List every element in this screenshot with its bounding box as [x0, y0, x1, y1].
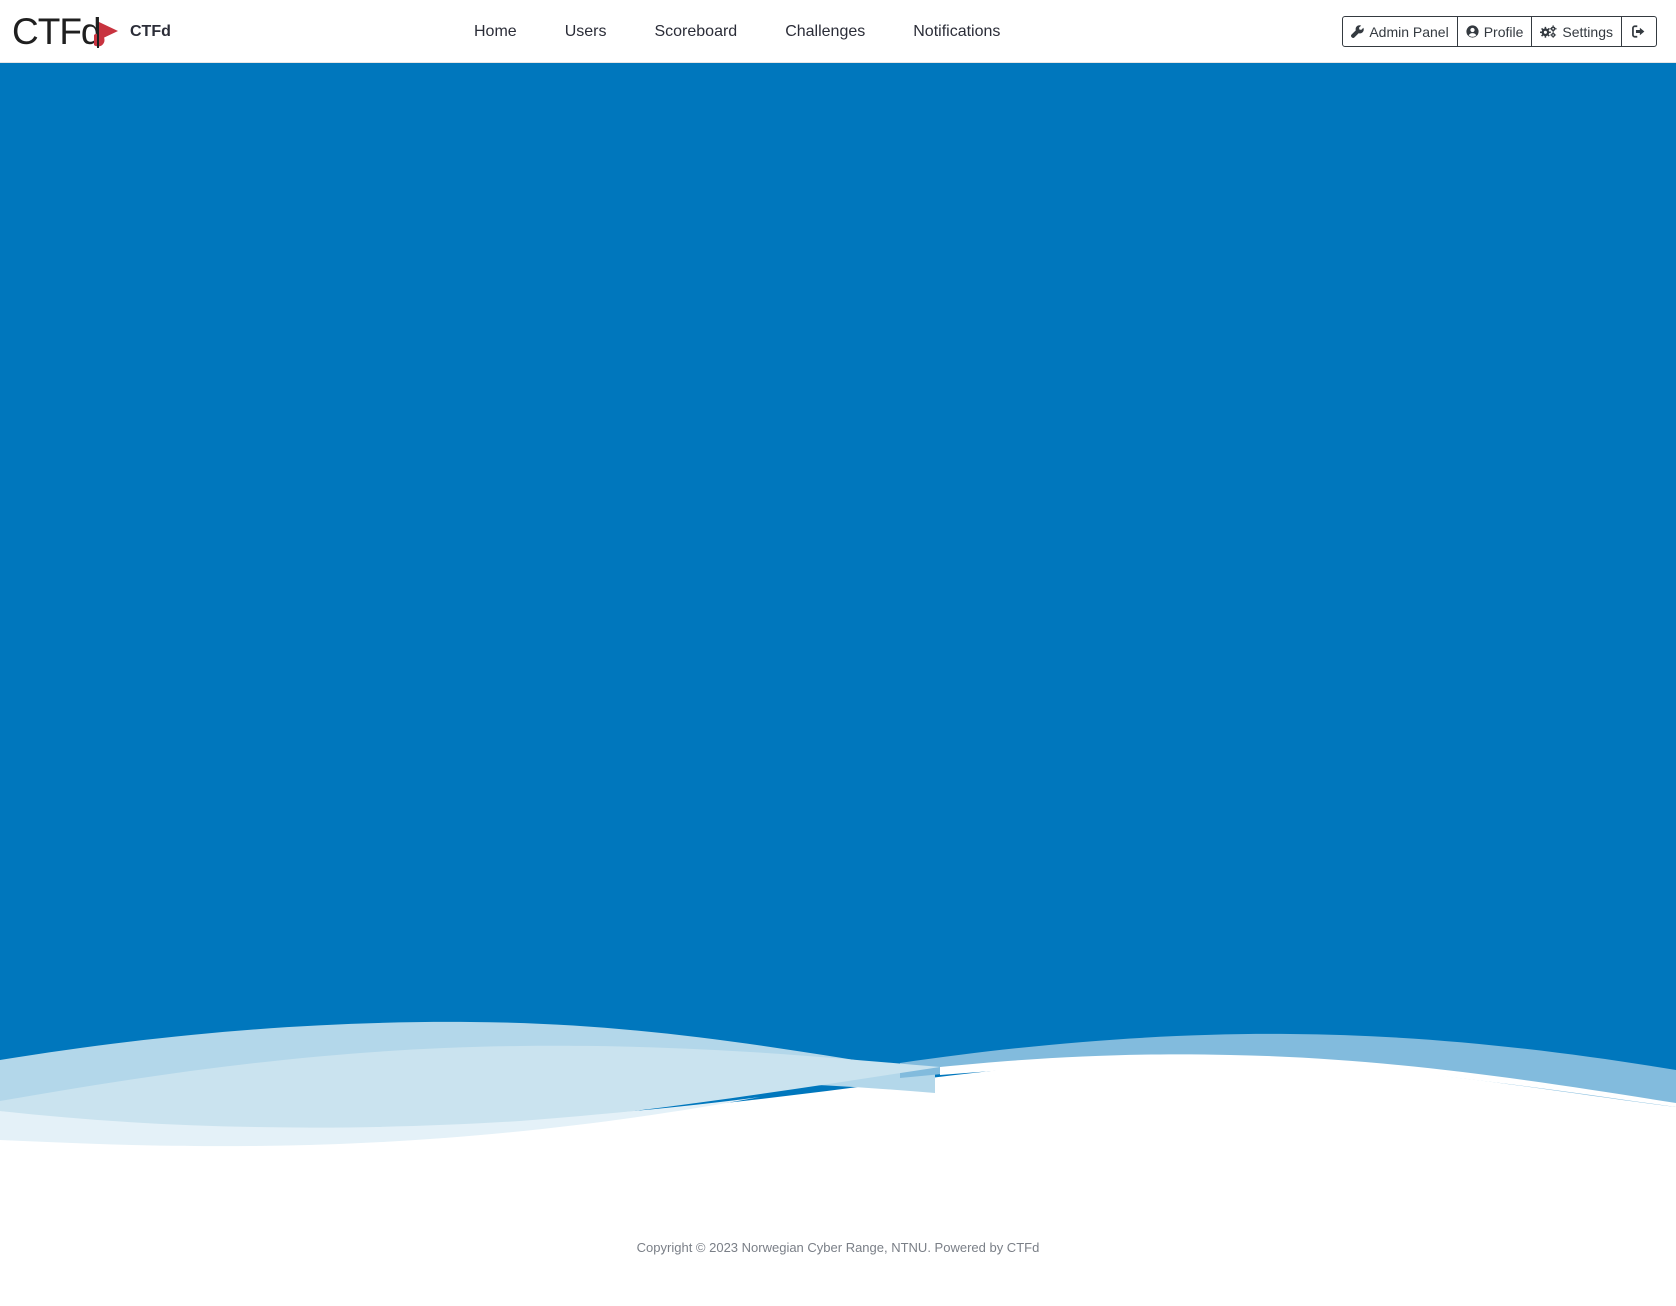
footer: Copyright © 2023 Norwegian Cyber Range, … — [0, 1240, 1676, 1255]
logo-text: CTFd — [12, 11, 101, 52]
brand-link[interactable]: CTFd CTFd — [12, 8, 171, 56]
navbar: CTFd CTFd Home Users Scoreboard Challeng… — [0, 0, 1676, 63]
admin-panel-button[interactable]: Admin Panel — [1342, 16, 1458, 47]
nav-scoreboard[interactable]: Scoreboard — [630, 0, 761, 63]
sign-out-icon — [1632, 25, 1645, 38]
page: CTFd CTFd Home Users Scoreboard Challeng… — [0, 0, 1676, 1306]
profile-button[interactable]: Profile — [1456, 16, 1533, 47]
hero-wave-graphic — [0, 63, 1676, 1163]
nav-notifications[interactable]: Notifications — [889, 0, 1024, 63]
hero-blue-background — [0, 63, 1676, 1120]
settings-label: Settings — [1562, 23, 1613, 40]
ctfd-logo: CTFd — [12, 8, 118, 56]
user-button-group: Admin Panel Profile Settings — [1342, 16, 1657, 47]
logout-button[interactable] — [1621, 16, 1657, 47]
nav-users[interactable]: Users — [541, 0, 631, 63]
cogs-icon — [1540, 25, 1558, 38]
brand-name: CTFd — [130, 23, 171, 40]
hero-banner — [0, 63, 1676, 1163]
wrench-icon — [1351, 25, 1365, 38]
footer-copyright: Copyright © 2023 Norwegian Cyber Range, … — [636, 1240, 1040, 1255]
flag-icon — [94, 22, 118, 48]
user-circle-icon — [1466, 25, 1479, 38]
settings-button[interactable]: Settings — [1531, 16, 1622, 47]
profile-label: Profile — [1483, 23, 1524, 40]
nav-home[interactable]: Home — [450, 0, 541, 63]
admin-panel-label: Admin Panel — [1369, 23, 1449, 40]
main-nav: Home Users Scoreboard Challenges Notific… — [450, 0, 1024, 63]
nav-challenges[interactable]: Challenges — [761, 0, 889, 63]
